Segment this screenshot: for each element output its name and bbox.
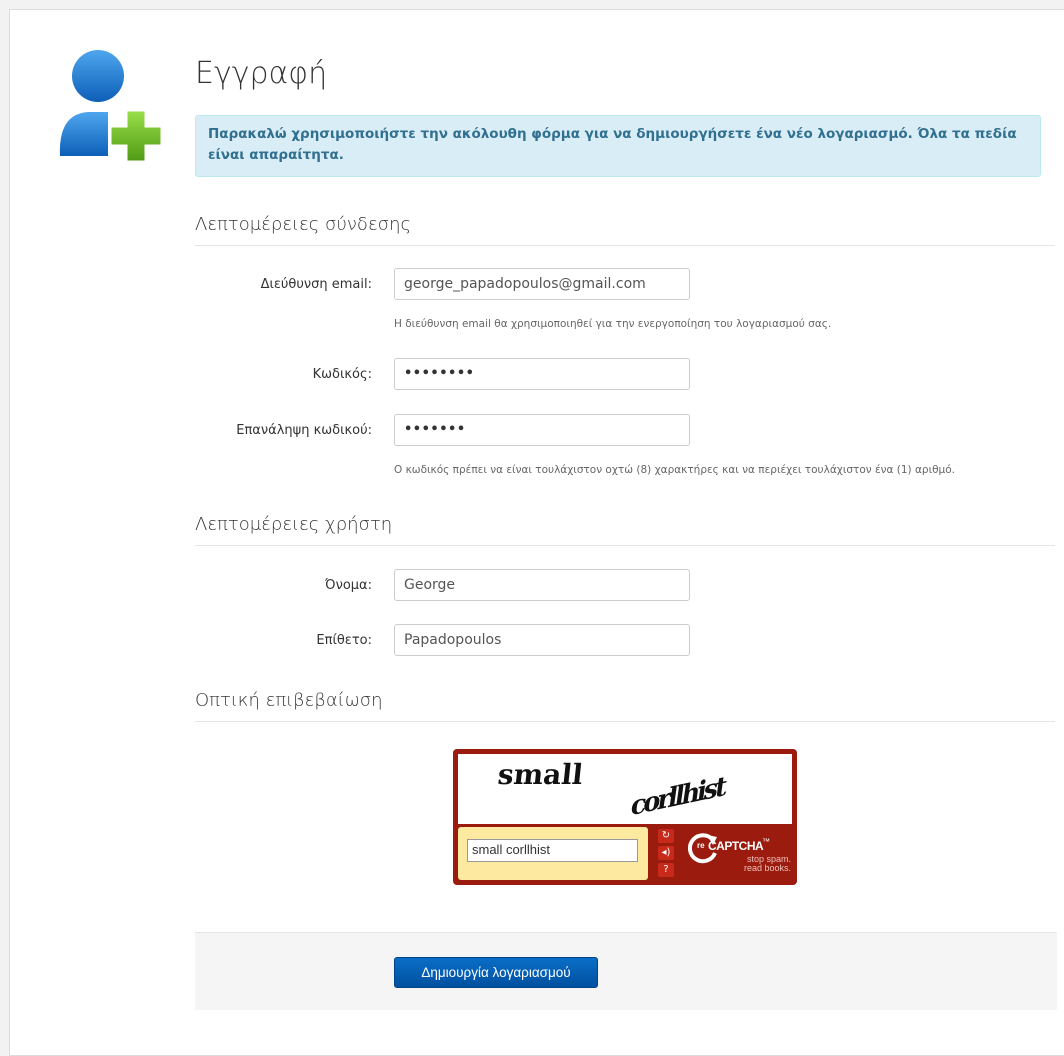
password-label: Κωδικός: (312, 367, 372, 382)
user-details-heading: Λεπτομέρειες χρήστη (195, 514, 1055, 546)
captcha-word-1: small (496, 758, 585, 791)
captcha-word-2: corllhist (628, 771, 727, 823)
audio-icon[interactable]: ◂) (658, 846, 674, 860)
recaptcha-logo: re CAPTCHA ™ stop spam. read books. (685, 829, 795, 879)
last-name-field[interactable]: Papadopoulos (394, 624, 690, 656)
create-account-button[interactable]: Δημιουργία λογαριασμού (394, 957, 598, 988)
confirm-password-field[interactable]: ••••••• (394, 414, 690, 446)
recaptcha-trademark: ™ (762, 837, 770, 846)
password-help-text: Ο κωδικός πρέπει να είναι τουλάχιστον οχ… (394, 464, 956, 476)
first-name-field[interactable]: George (394, 569, 690, 601)
add-user-icon (53, 45, 164, 164)
captcha-image: small corllhist (458, 754, 792, 824)
captcha-response-input[interactable]: small corllhist (467, 839, 638, 862)
email-field[interactable]: george_papadopoulos@gmail.com (394, 268, 690, 300)
email-help-text: Η διεύθυνση email θα χρησιμοποιηθεί για … (394, 318, 832, 330)
page-title: Εγγραφή (195, 56, 328, 91)
first-name-label: Όνομα: (325, 578, 372, 593)
confirm-password-label: Επανάληψη κωδικού: (236, 423, 372, 438)
recaptcha-widget: small corllhist small corllhist ↻ ◂) ? r… (453, 749, 797, 885)
recaptcha-re: re (697, 841, 705, 850)
help-icon[interactable]: ? (658, 863, 674, 877)
recaptcha-tagline-2: read books. (743, 863, 791, 873)
captcha-response-area: small corllhist (458, 827, 648, 880)
info-alert: Παρακαλώ χρησιμοποιήστε την ακόλουθη φόρ… (195, 115, 1041, 177)
email-label: Διεύθυνση email: (260, 277, 372, 292)
recaptcha-brand-text: CAPTCHA (708, 839, 764, 853)
password-field[interactable]: •••••••• (394, 358, 690, 390)
form-actions-bar: Δημιουργία λογαριασμού (195, 932, 1057, 1010)
login-details-heading: Λεπτομέρειες σύνδεσης (195, 214, 1055, 246)
refresh-icon[interactable]: ↻ (658, 829, 674, 843)
visual-verification-heading: Οπτική επιβεβαίωση (195, 690, 1055, 722)
last-name-label: Επίθετο: (316, 633, 372, 648)
